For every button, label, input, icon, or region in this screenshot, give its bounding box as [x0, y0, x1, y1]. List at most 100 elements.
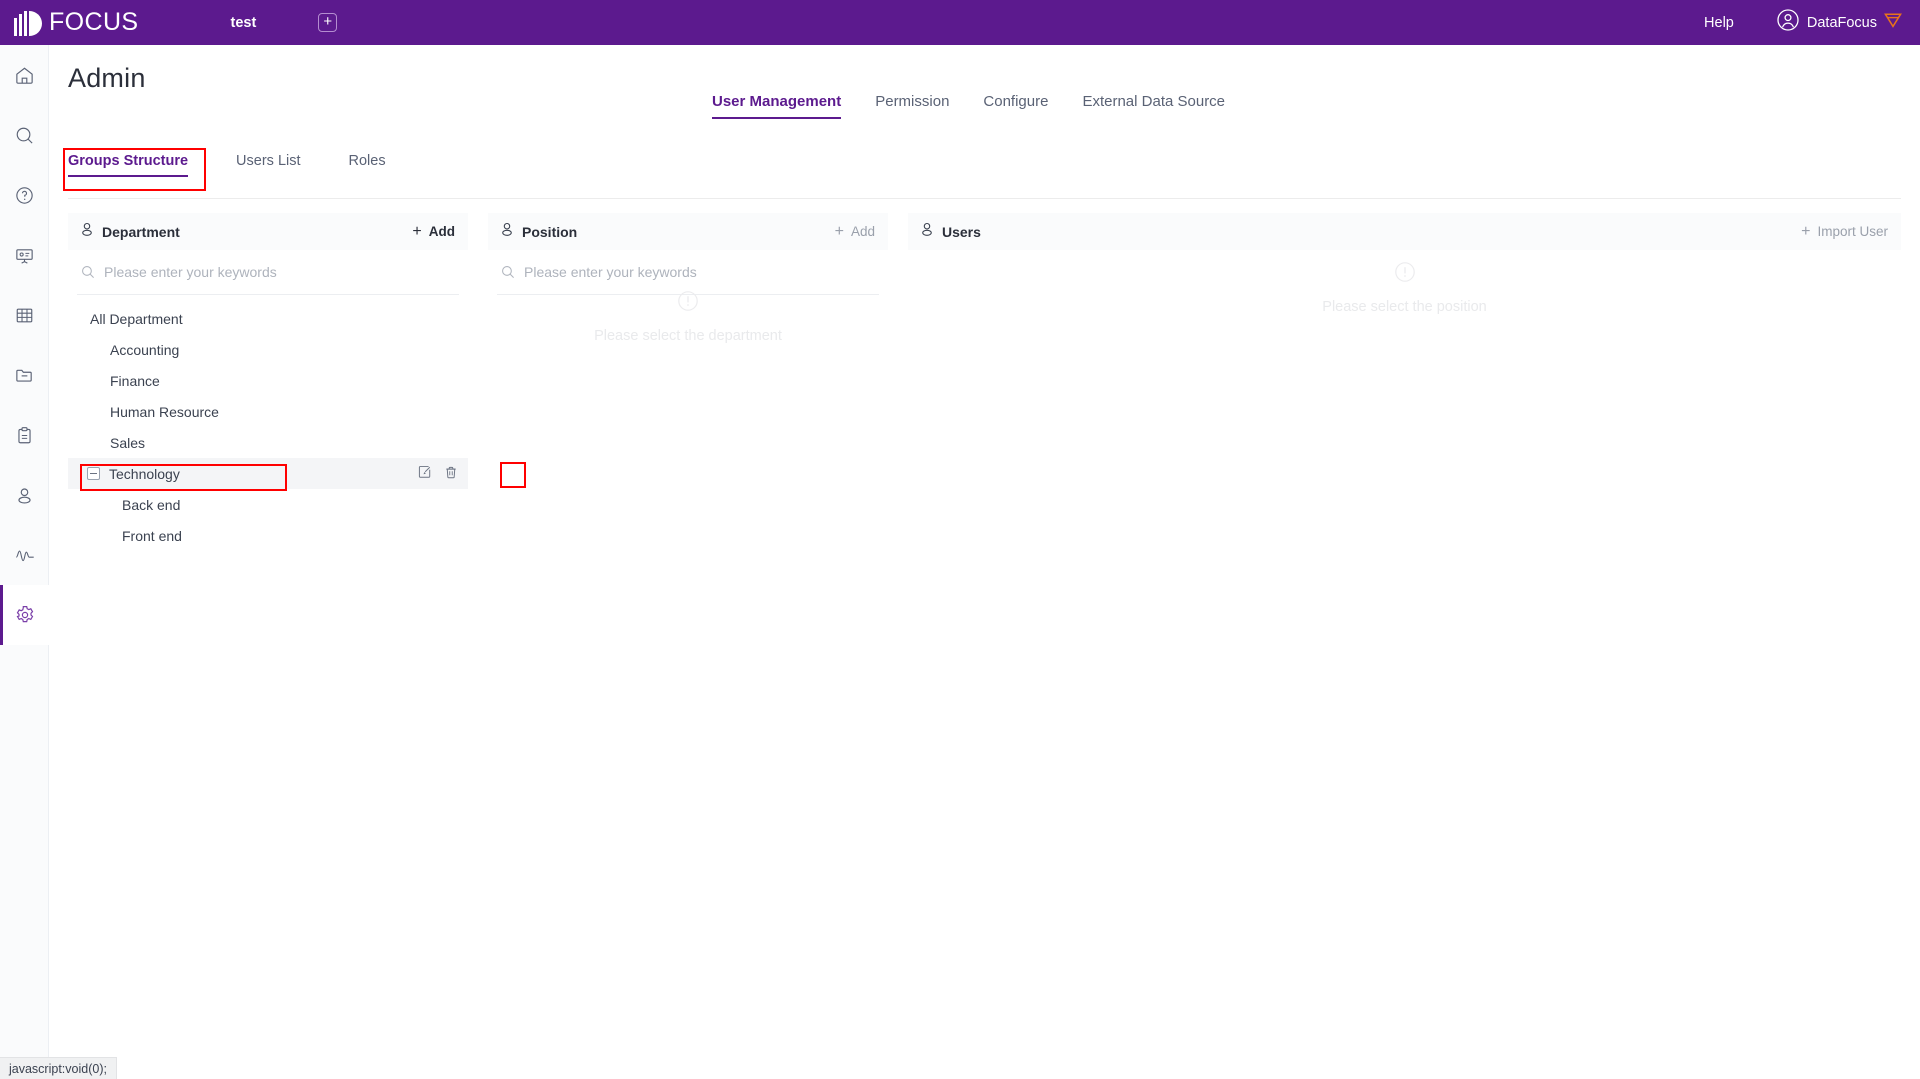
search-icon [82, 266, 94, 278]
users-empty-state: Please select the position [908, 261, 1901, 315]
position-panel-title: Position [522, 223, 578, 240]
tree-node-actions [418, 465, 458, 483]
department-panel-header: Department + Add [68, 213, 468, 250]
department-panel: Department + Add All Department Acco [68, 213, 468, 551]
user-role-badge-icon [1884, 12, 1902, 33]
tree-node-back-end[interactable]: Back end [68, 489, 468, 520]
tree-node-sales[interactable]: Sales [68, 427, 468, 458]
top-navigation: User Management Permission Configure Ext… [712, 93, 1225, 119]
sidebar-item-tables[interactable] [0, 285, 49, 345]
tree-node-human-resource[interactable]: Human Resource [68, 396, 468, 427]
gear-icon [16, 606, 33, 623]
add-department-label: Add [428, 224, 455, 239]
tree-node-finance[interactable]: Finance [68, 365, 468, 396]
position-search-input[interactable] [524, 264, 877, 280]
import-user-label: Import User [1817, 224, 1888, 239]
topnav-item-user-management[interactable]: User Management [712, 93, 842, 119]
pulse-icon [15, 550, 34, 561]
position-panel: Position + Add Please se [488, 213, 888, 344]
import-user-button[interactable]: + Import User [1801, 223, 1888, 240]
add-position-label: Add [850, 224, 875, 239]
home-icon [16, 67, 33, 84]
help-link[interactable]: Help [1704, 15, 1734, 31]
user-name-label: DataFocus [1806, 14, 1877, 31]
question-circle-icon [16, 186, 33, 204]
sidebar-item-clipboard[interactable] [0, 405, 49, 465]
sidebar-item-home[interactable] [0, 45, 49, 105]
delete-department-icon[interactable] [444, 465, 458, 483]
brand-logo: FOCUS [14, 0, 139, 45]
tree-node-label: Technology [109, 465, 180, 482]
user-avatar-icon [1777, 9, 1799, 36]
tab-users-list[interactable]: Users List [236, 153, 300, 177]
users-panel-header: Users + Import User [908, 213, 1901, 250]
search-icon [502, 266, 514, 278]
user-icon [920, 222, 934, 242]
sub-tabs: Groups Structure Users List Roles [68, 153, 434, 177]
sidebar-item-settings[interactable] [0, 585, 49, 645]
info-circle-icon [1394, 262, 1415, 282]
position-search-row [497, 250, 879, 295]
status-bar-text: javascript:void(0); [9, 1061, 107, 1076]
collapse-toggle-icon[interactable] [87, 467, 100, 480]
folder-minus-icon [16, 369, 32, 382]
department-tree: All Department Accounting Finance Human … [68, 295, 468, 551]
topnav-item-configure[interactable]: Configure [983, 93, 1048, 119]
tree-node-label: Accounting [110, 341, 180, 358]
clipboard-icon [18, 426, 31, 443]
user-menu[interactable]: DataFocus [1777, 9, 1902, 36]
user-icon [80, 222, 94, 242]
brand-name: FOCUS [49, 8, 139, 36]
plus-icon: + [834, 222, 844, 240]
tree-node-technology[interactable]: Technology [68, 458, 468, 489]
page-title: Admin [68, 63, 146, 93]
position-empty-state: Please select the department [488, 290, 888, 344]
tree-node-label: Sales [110, 434, 146, 451]
presentation-icon [16, 248, 33, 264]
browser-status-bar: javascript:void(0); [0, 1057, 117, 1079]
position-panel-header: Position + Add [488, 213, 888, 250]
department-search-row [77, 250, 459, 295]
tree-node-label: Finance [110, 372, 160, 389]
users-panel: Users + Import User Please select the po… [908, 213, 1901, 315]
tree-node-label: Front end [122, 527, 182, 544]
sidebar-item-folder[interactable] [0, 345, 49, 405]
annotation-box-delete-icon [500, 462, 526, 488]
topnav-item-permission[interactable]: Permission [875, 93, 949, 119]
subtabs-divider [68, 198, 1901, 199]
add-position-button[interactable]: + Add [834, 222, 875, 240]
add-department-button[interactable]: + Add [412, 222, 455, 240]
users-panel-title: Users [942, 223, 981, 240]
position-empty-text: Please select the department [594, 328, 782, 344]
user-icon [500, 222, 514, 242]
info-circle-icon [678, 291, 698, 311]
tree-node-label: All Department [90, 310, 183, 327]
tree-node-label: Human Resource [110, 403, 219, 420]
add-tab-button[interactable]: + [318, 13, 338, 32]
tree-node-accounting[interactable]: Accounting [68, 334, 468, 365]
sidebar-item-activity[interactable] [0, 525, 49, 585]
department-search-input[interactable] [104, 264, 457, 280]
table-grid-icon [16, 308, 33, 322]
left-icon-rail [0, 45, 49, 1079]
users-empty-text: Please select the position [1322, 299, 1487, 315]
plus-icon: + [412, 222, 422, 240]
department-panel-title: Department [102, 223, 180, 240]
sidebar-item-search[interactable] [0, 105, 49, 165]
tree-node-front-end[interactable]: Front end [68, 520, 468, 551]
focus-logo-icon [14, 10, 42, 36]
tab-groups-structure[interactable]: Groups Structure [68, 153, 189, 177]
tree-node-all-department[interactable]: All Department [68, 303, 468, 334]
workspace-tab-test[interactable]: test [231, 15, 257, 31]
search-icon [16, 127, 33, 144]
edit-department-icon[interactable] [418, 465, 432, 482]
top-header-bar: FOCUS test + Help DataFocus [0, 0, 1920, 45]
sidebar-item-users[interactable] [0, 465, 49, 525]
header-right-group: Help DataFocus [1704, 9, 1902, 36]
main-content: Admin User Management Permission Configu… [49, 45, 1920, 1079]
topnav-item-external-data-source[interactable]: External Data Source [1082, 93, 1225, 119]
sidebar-item-presentation[interactable] [0, 225, 49, 285]
sidebar-item-help[interactable] [0, 165, 49, 225]
tree-node-label: Back end [122, 496, 181, 513]
tab-roles[interactable]: Roles [349, 153, 386, 177]
